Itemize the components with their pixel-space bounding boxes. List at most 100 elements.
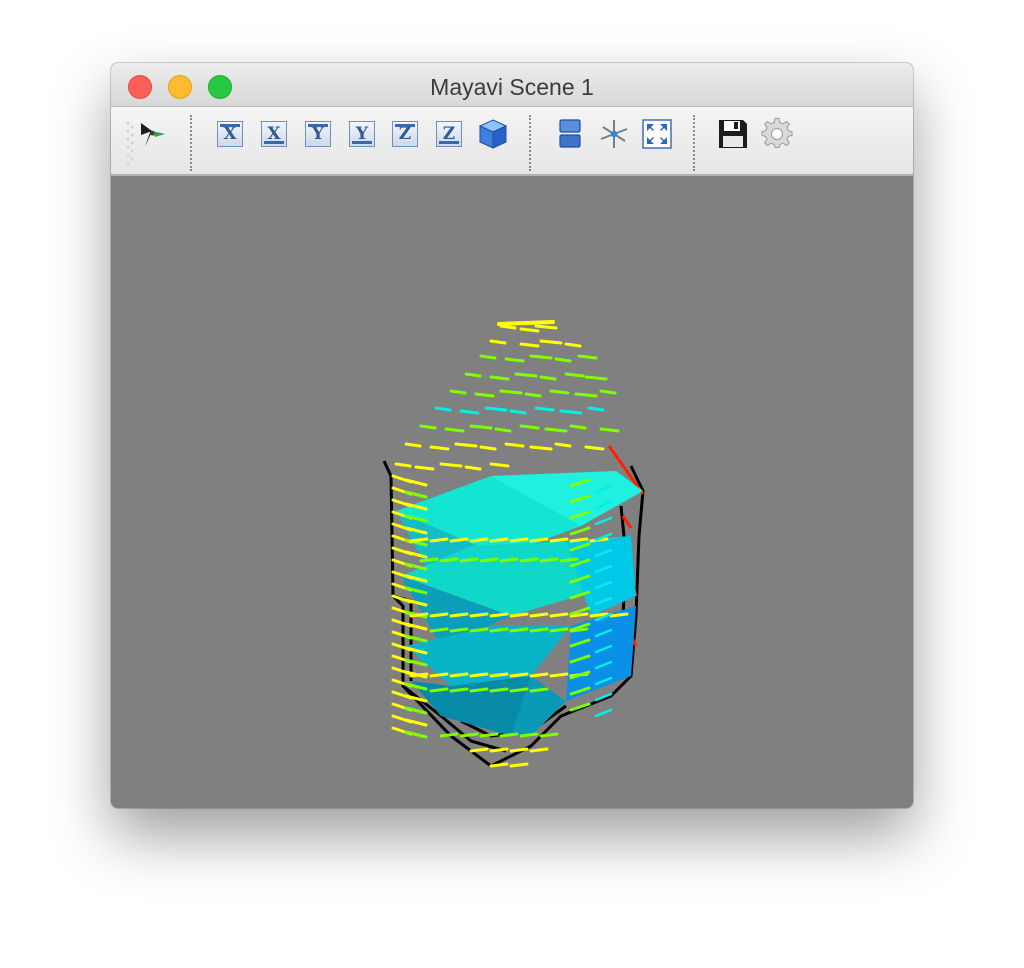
vector-glyph (409, 672, 429, 678)
vector-glyph (539, 732, 559, 738)
scene-toolbar: X X Y Y Z Z (111, 107, 913, 176)
parallel-projection-button[interactable] (553, 117, 587, 151)
vector-glyph (469, 627, 489, 633)
vector-glyph (429, 612, 449, 618)
vector-glyph (529, 612, 549, 618)
vector-glyph (519, 342, 540, 348)
vector-glyph (409, 612, 429, 618)
view-minus-x-icon: X (217, 121, 243, 147)
vector-glyph (539, 375, 557, 381)
vector-glyph (464, 372, 482, 378)
vector-glyph (549, 672, 569, 678)
vector-glyph (569, 526, 591, 536)
vector-glyph (509, 747, 529, 753)
vector-glyph (409, 537, 429, 543)
view-plus-x-button[interactable]: X (257, 117, 291, 151)
vector-glyph (469, 424, 493, 430)
vector-glyph (444, 427, 465, 433)
vector-glyph (449, 627, 469, 633)
vector-glyph (529, 537, 549, 543)
vector-glyph (489, 747, 509, 753)
view-minus-y-icon: Y (305, 121, 331, 147)
vector-glyph (554, 442, 572, 448)
vector-glyph (449, 389, 467, 395)
view-minus-z-button[interactable]: Z (388, 117, 422, 151)
vector-glyph (449, 672, 469, 678)
vector-glyph (577, 354, 598, 360)
vector-glyph (599, 389, 617, 395)
vector-glyph (587, 406, 605, 412)
toolbar-grip-handle[interactable] (125, 119, 135, 167)
axes-indicator-icon (600, 120, 628, 148)
vector-glyph (459, 557, 479, 563)
view-plus-y-button[interactable]: Y (345, 117, 379, 151)
vector-glyph (449, 687, 469, 693)
mayavi-window: Mayavi Scene 1 X X Y Y Z Z (111, 63, 913, 808)
vector-glyph (469, 747, 489, 753)
isometric-view-button[interactable] (476, 117, 510, 151)
vector-glyph (414, 465, 435, 471)
vector-glyph (394, 462, 412, 468)
vector-glyph (569, 424, 587, 430)
vector-glyph (429, 445, 450, 451)
vector-glyph (609, 612, 629, 618)
axes-indicator-button[interactable] (597, 117, 631, 151)
vector-glyph (489, 762, 509, 768)
vector-glyph (439, 557, 459, 563)
vector-glyph (549, 612, 569, 618)
view-minus-z-icon: Z (392, 121, 418, 147)
vector-glyph (509, 762, 529, 768)
vector-glyph (459, 409, 480, 415)
vector-glyph (479, 732, 499, 738)
vector-glyph (434, 406, 452, 412)
isometric-cube-icon (478, 119, 508, 149)
toolbar-separator (529, 115, 531, 171)
vector-glyph (564, 342, 582, 348)
view-minus-x-button[interactable]: X (213, 117, 247, 151)
settings-button[interactable] (760, 117, 794, 151)
vector-glyph (529, 627, 549, 633)
vector-glyph (554, 357, 572, 363)
vector-glyph (429, 627, 449, 633)
vector-glyph (429, 672, 449, 678)
vector-glyph (584, 375, 608, 381)
vector-glyph (529, 445, 553, 451)
vector-glyph (529, 672, 549, 678)
vector-glyph (489, 462, 510, 468)
vector-glyph (519, 557, 539, 563)
title-bar[interactable]: Mayavi Scene 1 (111, 63, 913, 107)
3d-scene-viewport[interactable] (111, 176, 913, 808)
vector-glyph (429, 537, 449, 543)
parallel-projection-icon (559, 119, 581, 148)
vector-glyph (519, 732, 539, 738)
vector-glyph (519, 327, 540, 333)
vector-glyph (469, 537, 489, 543)
mayavi-engine-button[interactable] (135, 117, 169, 151)
vector-glyph (539, 557, 559, 563)
save-button[interactable] (716, 117, 750, 151)
vector-glyph (449, 612, 469, 618)
vector-glyph (509, 627, 529, 633)
3d-scene-render[interactable] (111, 176, 913, 808)
vector-glyph (494, 427, 512, 433)
vector-glyph (459, 732, 479, 738)
vector-glyph (469, 687, 489, 693)
vector-glyph (519, 424, 540, 430)
vector-glyph (534, 324, 558, 330)
vector-glyph (429, 687, 449, 693)
toolbar-separator (190, 115, 192, 171)
vector-glyph (484, 406, 508, 412)
vector-glyph (499, 389, 523, 395)
vector-glyph (489, 375, 510, 381)
vector-glyph (439, 732, 459, 738)
settings-gear-icon (761, 117, 793, 148)
vector-glyph (564, 372, 585, 378)
vector-glyph (439, 462, 463, 468)
vector-glyph (489, 687, 509, 693)
full-screen-icon (642, 119, 672, 149)
view-minus-y-button[interactable]: Y (301, 117, 335, 151)
full-screen-button[interactable] (640, 117, 674, 151)
view-plus-z-button[interactable]: Z (432, 117, 466, 151)
save-disk-icon (719, 120, 747, 148)
vector-glyph (497, 320, 555, 326)
